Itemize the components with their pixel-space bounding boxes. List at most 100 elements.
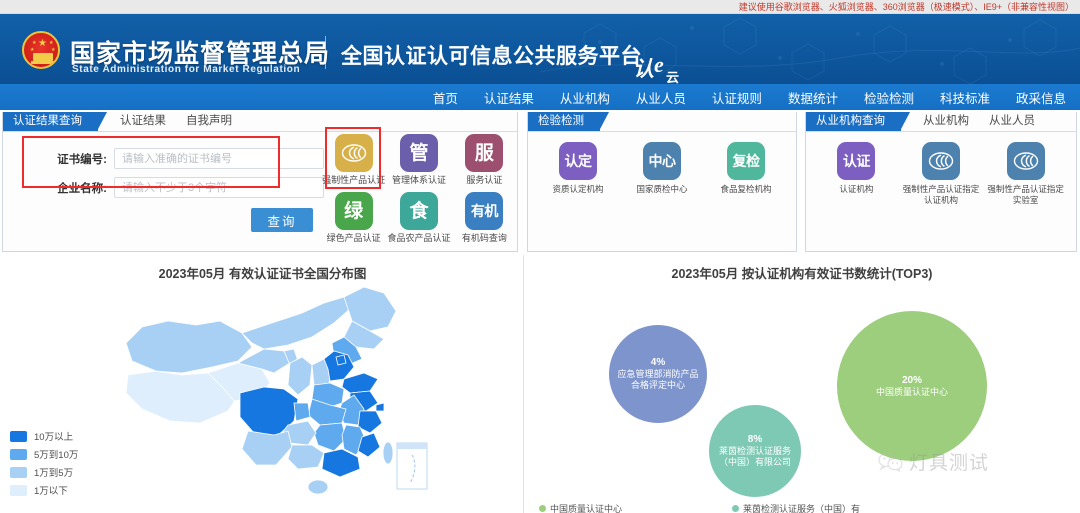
- lv-icon: 绿: [335, 192, 373, 230]
- nav-item-procurement[interactable]: 政采信息: [1016, 88, 1066, 107]
- item-ccc-designated-certification-body[interactable]: 强制性产品认证指定认证机构: [900, 142, 982, 205]
- rending-icon: 认定: [559, 142, 597, 180]
- item-food-reinspection-org[interactable]: 复检 食品复检机构: [705, 142, 787, 195]
- cert-no-input[interactable]: [114, 148, 324, 169]
- svg-text:认: 认: [633, 57, 654, 81]
- emblem-star-small: ★: [32, 41, 36, 46]
- header-divider: [325, 36, 326, 69]
- tab-self-declaration[interactable]: 自我声明: [176, 112, 242, 131]
- nav-item-standards[interactable]: 科技标准: [940, 88, 990, 107]
- legend-row: 10万以上: [10, 429, 78, 443]
- bubble-chart: 4% 应急管理部消防产品合格评定中心 8% 莱茵检测认证服务（中国）有限公司 2…: [527, 283, 1077, 495]
- item-label: 食品复检机构: [720, 184, 771, 195]
- tab-inspection-testing[interactable]: 检验检测: [528, 112, 600, 131]
- china-map: [112, 281, 432, 501]
- municipality-chongqing: [294, 403, 310, 421]
- legend-label: 1万到5万: [34, 465, 73, 479]
- municipality-shanghai: [376, 403, 384, 411]
- fu-icon: 服: [465, 134, 503, 172]
- item-ccc-designated-laboratory[interactable]: 强制性产品认证指定实验室: [985, 142, 1067, 205]
- renzheng-icon: 认证: [837, 142, 875, 180]
- legend-label: 1万以下: [34, 483, 68, 497]
- chart-china-distribution: 2023年05月 有效认证证书全国分布图: [2, 255, 524, 513]
- nav-item-cert-result[interactable]: 认证结果: [484, 88, 534, 107]
- ccc-icon: [335, 134, 373, 172]
- item-qualification-accreditation-org[interactable]: 认定 资质认定机构: [537, 142, 619, 195]
- tile-label: 有机码查询: [452, 233, 516, 244]
- tab-cert-result-query[interactable]: 认证结果查询: [3, 112, 98, 131]
- province-hainan: [308, 480, 328, 494]
- tab-personnel[interactable]: 从业人员: [979, 112, 1045, 131]
- south-china-sea-inset: [397, 443, 427, 489]
- company-name-input[interactable]: [114, 177, 324, 198]
- tile-management-system-certification[interactable]: 管 管理体系认证: [386, 134, 451, 192]
- fujian-icon: 复检: [727, 142, 765, 180]
- province-guangxi: [288, 445, 324, 469]
- tile-green-product-certification[interactable]: 绿 绿色产品认证: [321, 192, 386, 250]
- wechat-icon: [878, 452, 904, 472]
- bubble-label: 应急管理部消防产品合格评定中心: [609, 369, 707, 391]
- legend-dot: [539, 505, 546, 512]
- ccc-icon: [922, 142, 960, 180]
- legend-item[interactable]: 莱茵检测认证服务（中国）有: [732, 502, 860, 513]
- tile-food-agri-certification[interactable]: 食 食品农产品认证: [386, 192, 451, 250]
- bubble-tuv-rheinland-china[interactable]: 8% 莱茵检测认证服务（中国）有限公司: [709, 405, 801, 497]
- cert-query-form: 证书编号: 企业名称: 查询: [3, 132, 321, 250]
- legend-swatch: [10, 467, 27, 478]
- wechat-watermark: 灯具测试: [878, 448, 989, 475]
- item-national-quality-inspection-center[interactable]: 中心 国家质检中心: [621, 142, 703, 195]
- cert-no-label: 证书编号:: [41, 151, 107, 167]
- item-certification-body[interactable]: 认证 认证机构: [815, 142, 897, 205]
- cert-category-tiles: 强制性产品认证 管 管理体系认证 服 服务认证 绿 绿色产品认证 食 食品农产品…: [321, 134, 517, 250]
- item-label: 资质认定机构: [552, 184, 603, 195]
- query-submit-button[interactable]: 查询: [251, 208, 313, 232]
- tile-organic-code-query[interactable]: 有机 有机码查询: [452, 192, 517, 250]
- bubble-percent: 4%: [651, 357, 665, 368]
- bubble-percent: 8%: [748, 434, 762, 445]
- organization-tabs: 从业机构查询 从业机构 从业人员: [806, 112, 1076, 131]
- bubble-china-quality-certification-center[interactable]: 20% 中国质量认证中心: [837, 311, 987, 461]
- panel-inspection-testing: 检验检测 认定 资质认定机构 中心 国家质检中心 复检 食品复检机构: [527, 112, 797, 252]
- china-map-svg: [112, 281, 432, 501]
- bubble-percent: 20%: [902, 375, 922, 386]
- organization-item-list: 认证 认证机构 强制性产品认证指定认证机构: [806, 142, 1076, 205]
- bubble-chart-legend: 中国质量认证中心 莱茵检测认证服务（中国）有: [539, 502, 1069, 513]
- nav-item-org[interactable]: 从业机构: [560, 88, 610, 107]
- tab-cert-result[interactable]: 认证结果: [110, 112, 176, 131]
- tab-org-query[interactable]: 从业机构查询: [806, 112, 901, 131]
- emblem-star-small: ★: [49, 41, 53, 46]
- nav-item-statistics[interactable]: 数据统计: [788, 88, 838, 107]
- tab-org[interactable]: 从业机构: [913, 112, 979, 131]
- svg-text:e: e: [654, 52, 664, 77]
- svg-text:云: 云: [666, 70, 679, 84]
- legend-row: 1万以下: [10, 483, 78, 497]
- page-root: 建议使用谷歌浏览器、火狐浏览器、360浏览器（极速模式）、IE9+（非兼容性视图…: [0, 0, 1080, 513]
- site-header: ★ ★ ★ ★ ★ 国家市场监督管理总局 State Administratio…: [0, 14, 1080, 84]
- legend-label: 中国质量认证中心: [550, 502, 622, 513]
- province-zhejiang: [358, 411, 382, 433]
- tile-service-certification[interactable]: 服 服务认证: [452, 134, 517, 192]
- bubble-emergency-fire-center[interactable]: 4% 应急管理部消防产品合格评定中心: [609, 325, 707, 423]
- province-hunan: [314, 423, 346, 451]
- chart-top3-certification-bodies: 2023年05月 按认证机构有效证书数统计(TOP3) 4% 应急管理部消防产品…: [527, 255, 1077, 513]
- legend-row: 1万到5万: [10, 465, 78, 479]
- emblem-tiananmen-gate: [33, 53, 53, 61]
- tile-label: 绿色产品认证: [322, 233, 386, 244]
- company-name-row: 企业名称:: [41, 177, 324, 198]
- company-name-label: 企业名称:: [41, 180, 107, 196]
- nav-item-personnel[interactable]: 从业人员: [636, 88, 686, 107]
- province-shandong: [342, 373, 378, 393]
- legend-label: 10万以上: [34, 429, 73, 443]
- legend-item[interactable]: 中国质量认证中心: [539, 502, 622, 513]
- province-yunnan: [242, 431, 292, 465]
- renyun-logo: 认 e 云: [633, 46, 689, 84]
- legend-swatch: [10, 485, 27, 496]
- tile-ccc-certification[interactable]: 强制性产品认证: [321, 134, 386, 192]
- nav-item-home[interactable]: 首页: [433, 88, 458, 107]
- nav-item-cert-rules[interactable]: 认证规则: [712, 88, 762, 107]
- nav-item-inspection[interactable]: 检验检测: [864, 88, 914, 107]
- ccc-icon-glyph: [928, 152, 954, 170]
- chart-title: 2023年05月 有效认证证书全国分布图: [2, 263, 523, 282]
- ccc-icon-glyph: [341, 144, 367, 162]
- cert-query-tabs: 认证结果查询 认证结果 自我声明: [3, 112, 517, 131]
